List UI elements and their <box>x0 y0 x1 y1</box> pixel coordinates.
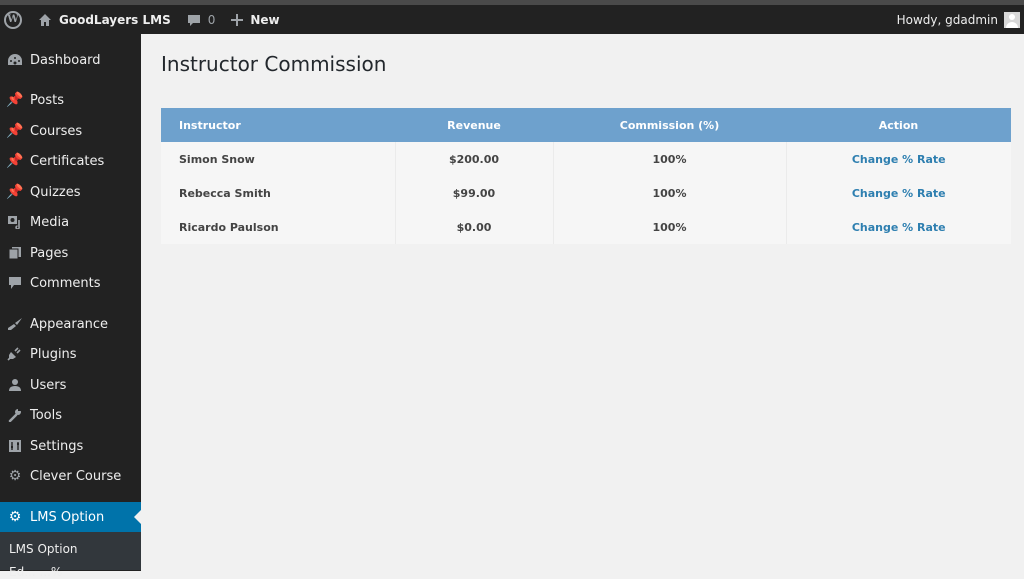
sidebar-item-dashboard[interactable]: Dashboard <box>0 45 141 75</box>
gear-icon: ⚙ <box>8 468 22 484</box>
sidebar-item-quizzes[interactable]: 📌 Quizzes <box>0 177 141 207</box>
instructor-name: Simon Snow <box>161 142 396 176</box>
instructor-name: Rebecca Smith <box>161 176 396 210</box>
dashboard-icon <box>0 53 30 67</box>
column-header-instructor: Instructor <box>179 118 241 132</box>
sidebar-label: Posts <box>30 92 64 108</box>
wp-logo-menu[interactable]: W <box>0 5 30 34</box>
sidebar-label: Tools <box>30 407 63 423</box>
user-icon <box>0 378 30 392</box>
sidebar-label: Comments <box>30 275 101 291</box>
commission-table: Instructor Revenue Commission (%) Action… <box>161 108 1011 244</box>
sidebar-item-media[interactable]: Media <box>0 207 141 237</box>
sidebar-item-certificates[interactable]: 📌 Certificates <box>0 146 141 176</box>
sidebar-label: Settings <box>30 438 84 454</box>
media-icon <box>0 215 30 229</box>
sidebar-label: Courses <box>30 123 83 139</box>
site-name: GoodLayers LMS <box>59 12 171 27</box>
wordpress-logo-icon: W <box>4 10 22 29</box>
sidebar-item-settings[interactable]: Settings <box>0 431 141 461</box>
howdy-text: Howdy, gdadmin <box>896 12 998 27</box>
sidebar-item-courses[interactable]: 📌 Courses <box>0 116 141 146</box>
revenue-value: $200.00 <box>395 142 554 176</box>
plus-icon <box>231 13 244 26</box>
gear-icon: ⚙ <box>8 509 22 525</box>
revenue-value: $99.00 <box>395 176 554 210</box>
sidebar-item-lms-option[interactable]: ⚙ LMS Option <box>0 502 141 532</box>
revenue-value: $0.00 <box>395 210 554 244</box>
sidebar-item-users[interactable]: Users <box>0 370 141 400</box>
comment-icon <box>0 276 30 290</box>
sidebar-label: Clever Course <box>30 468 122 484</box>
table-row: Rebecca Smith $99.00 100% Change % Rate <box>161 176 1011 210</box>
sidebar-label: Certificates <box>30 153 105 169</box>
change-rate-link[interactable]: Change % Rate <box>852 221 946 234</box>
change-rate-link[interactable]: Change % Rate <box>852 153 946 166</box>
sidebar-item-clever-course[interactable]: ⚙ Clever Course <box>0 461 141 491</box>
sidebar-item-pages[interactable]: Pages <box>0 238 141 268</box>
commission-value: 100% <box>553 210 787 244</box>
sidebar-item-posts[interactable]: 📌 Posts <box>0 85 141 115</box>
pin-icon: 📌 <box>6 153 24 169</box>
avatar-icon <box>1004 11 1020 28</box>
sidebar-item-tools[interactable]: Tools <box>0 400 141 430</box>
sidebar-label: Pages <box>30 245 69 261</box>
account-menu[interactable]: Howdy, gdadmin <box>889 5 1024 34</box>
sidebar-item-plugins[interactable]: Plugins <box>0 339 141 369</box>
commission-value: 100% <box>553 142 787 176</box>
plug-icon <box>0 347 30 361</box>
site-name-link[interactable]: GoodLayers LMS <box>30 5 179 34</box>
table-row: Simon Snow $200.00 100% Change % Rate <box>161 142 1011 176</box>
sidebar-label: Plugins <box>30 346 77 362</box>
new-label: New <box>250 12 280 27</box>
page-title: Instructor Commission <box>161 52 387 76</box>
settings-icon <box>0 439 30 453</box>
pages-icon <box>0 246 30 260</box>
table-row: Ricardo Paulson $0.00 100% Change % Rate <box>161 210 1011 244</box>
sidebar-label: Media <box>30 214 70 230</box>
main-content: Instructor Commission Instructor Revenue… <box>141 34 1024 571</box>
commission-value: 100% <box>553 176 787 210</box>
sidebar-item-comments[interactable]: Comments <box>0 268 141 298</box>
sidebar-item-appearance[interactable]: Appearance <box>0 309 141 339</box>
lms-option-submenu: LMS Option Ed... ...% <box>0 532 141 579</box>
pin-icon: 📌 <box>6 184 24 200</box>
sidebar-label: Quizzes <box>30 184 81 200</box>
pin-icon: 📌 <box>6 123 24 139</box>
brush-icon <box>0 317 30 331</box>
sidebar-label: LMS Option <box>30 509 105 525</box>
comments-link[interactable]: 0 <box>179 5 224 34</box>
admin-bar: W GoodLayers LMS 0 New Howdy, gdadmin <box>0 5 1024 34</box>
comment-bubble-icon <box>187 13 201 27</box>
sidebar-label: Users <box>30 377 67 393</box>
sidebar-label: Dashboard <box>30 52 101 68</box>
pin-icon: 📌 <box>6 92 24 108</box>
column-header-action: Action <box>878 118 919 132</box>
admin-sidebar: Dashboard 📌 Posts 📌 Courses 📌 Certificat… <box>0 34 141 579</box>
wrench-icon <box>0 408 30 422</box>
home-icon <box>38 13 52 27</box>
new-content-button[interactable]: New <box>223 5 287 34</box>
column-header-revenue: Revenue <box>447 118 501 132</box>
submenu-item-cut-off[interactable]: Ed... ...% <box>9 565 62 579</box>
sidebar-label: Appearance <box>30 316 109 332</box>
submenu-item-lms-option[interactable]: LMS Option <box>9 542 78 556</box>
table-header-row: Instructor Revenue Commission (%) Action <box>161 108 1011 142</box>
instructor-name: Ricardo Paulson <box>161 210 396 244</box>
change-rate-link[interactable]: Change % Rate <box>852 187 946 200</box>
column-header-commission: Commission (%) <box>619 118 720 132</box>
comments-count: 0 <box>207 12 216 27</box>
